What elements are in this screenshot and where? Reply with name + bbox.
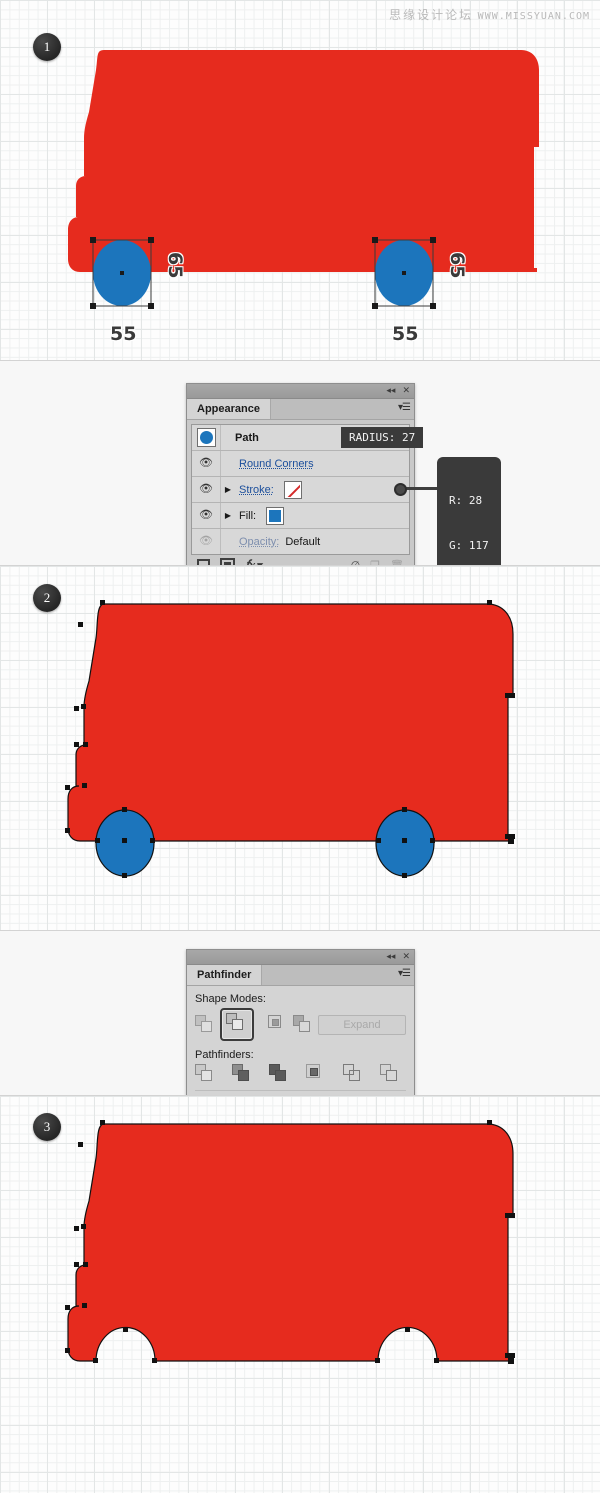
close-icon[interactable]: ✕ xyxy=(402,952,410,962)
appearance-row-fill[interactable]: 👁 ▶ Fill: xyxy=(192,503,409,529)
appearance-panel-footer: 𝑓x▾ ∅ ❐ 🗑 xyxy=(191,555,410,565)
pathfinder-panel-tabstrip[interactable]: Pathfinder ▾☰ xyxy=(187,965,414,986)
pathfinder-panel-titlebar[interactable]: ◂◂ ✕ xyxy=(187,950,414,965)
step-1-canvas: 1 55 65 55 65 xyxy=(0,0,600,360)
shape-mode-unite-icon[interactable] xyxy=(195,1014,212,1035)
tab-appearance[interactable]: Appearance xyxy=(187,399,271,419)
duplicate-selected-item-icon[interactable]: ❐ xyxy=(370,560,380,566)
pathfinder-panel-section: ◂◂ ✕ Pathfinder ▾☰ Shape Modes: Expand P… xyxy=(0,930,600,1095)
tabstrip-empty-area xyxy=(270,399,414,419)
appearance-row-fill-label[interactable]: Fill: xyxy=(239,510,256,522)
shape-modes-label: Shape Modes: xyxy=(195,993,266,1005)
expand-button-label: Expand xyxy=(343,1018,381,1031)
step-3-canvas: 3 xyxy=(0,1095,600,1493)
add-new-fill-icon[interactable] xyxy=(220,557,235,565)
pathfinders-label: Pathfinders: xyxy=(195,1049,254,1061)
resize-grip-icon[interactable] xyxy=(399,564,408,565)
step-badge-1: 1 xyxy=(33,33,61,61)
shape-mode-minus-front-icon[interactable] xyxy=(226,1013,248,1033)
pathfinder-divide-icon[interactable] xyxy=(195,1064,217,1084)
triangle-right-icon[interactable]: ▶ xyxy=(221,511,235,520)
pathfinder-merge-icon[interactable] xyxy=(269,1064,291,1084)
pathfinder-panel-body: Shape Modes: Expand Pathfinders: xyxy=(187,986,414,1095)
color-tooltip-anchor-knob xyxy=(394,483,407,496)
step-2-canvas: 2 xyxy=(0,565,600,930)
appearance-row-opacity-value: Default xyxy=(285,535,321,548)
shape-mode-minus-front-button[interactable] xyxy=(220,1008,254,1041)
appearance-row-stroke-label[interactable]: Stroke: xyxy=(239,484,274,496)
pathfinder-outline-icon[interactable] xyxy=(343,1064,365,1084)
watermark-url: WWW.MISSYUAN.COM xyxy=(477,11,590,22)
bus-body-shape xyxy=(67,603,514,842)
appearance-panel-section: ◂◂ ✕ Appearance ▾☰ Path 👁 Round Corners … xyxy=(0,360,600,565)
appearance-panel-titlebar[interactable]: ◂◂ ✕ xyxy=(187,384,414,399)
fill-swatch-color xyxy=(269,509,282,522)
radius-tooltip: RADIUS: 27 xyxy=(341,427,424,448)
collapse-to-icons-icon[interactable]: ◂◂ xyxy=(386,952,395,962)
shape-mode-intersect-icon[interactable] xyxy=(268,1014,281,1035)
pathfinder-panel[interactable]: ◂◂ ✕ Pathfinder ▾☰ Shape Modes: Expand P… xyxy=(186,949,415,1095)
collapse-to-icons-icon[interactable]: ◂◂ xyxy=(386,386,395,396)
clear-appearance-icon[interactable]: ∅ xyxy=(351,560,361,566)
appearance-row-opacity-label[interactable]: Opacity: xyxy=(239,536,279,548)
eye-dimmed-icon[interactable]: 👁 xyxy=(192,529,221,554)
appearance-row-stroke[interactable]: 👁 ▶ Stroke: xyxy=(192,477,409,503)
tabstrip-empty-area xyxy=(262,965,414,985)
pathfinder-trim-icon[interactable] xyxy=(232,1064,254,1084)
appearance-row-path-label: Path xyxy=(235,431,259,444)
pathfinder-minus-back-icon[interactable] xyxy=(380,1064,402,1084)
triangle-right-icon[interactable]: ▶ xyxy=(221,485,235,494)
eye-icon[interactable]: 👁 xyxy=(192,503,221,528)
close-icon[interactable]: ✕ xyxy=(402,386,410,396)
step-1-bus-illustration xyxy=(68,50,539,309)
bus-body-shape xyxy=(68,50,539,272)
wheel-left-width-label: 55 xyxy=(110,323,137,345)
pathfinder-crop-icon[interactable] xyxy=(306,1064,328,1084)
pathfinders-row xyxy=(195,1064,406,1084)
panel-menu-icon[interactable]: ▾☰ xyxy=(398,402,411,413)
watermark-site-name: 思缘设计论坛 xyxy=(389,8,474,22)
step-badge-3: 3 xyxy=(33,1113,61,1141)
shape-modes-row: Expand xyxy=(195,1008,406,1041)
wheel-left-height-label: 65 xyxy=(164,252,186,279)
appearance-row-round-corners[interactable]: 👁 Round Corners xyxy=(192,451,409,477)
stroke-swatch[interactable] xyxy=(283,480,302,499)
watermark: 思缘设计论坛 WWW.MISSYUAN.COM xyxy=(389,6,590,23)
object-thumbnail xyxy=(192,425,221,450)
panel-menu-icon[interactable]: ▾☰ xyxy=(398,968,411,979)
color-tooltip-r: R: 28 xyxy=(449,494,483,507)
wheel-right-height-label: 65 xyxy=(446,252,468,279)
color-tooltip-g: G: 117 xyxy=(449,539,489,552)
shape-mode-exclude-overlap-icon[interactable] xyxy=(293,1014,310,1035)
fill-swatch[interactable] xyxy=(266,506,285,525)
none-swatch-icon xyxy=(285,482,300,497)
add-new-effect-fx-icon[interactable]: 𝑓x▾ xyxy=(245,557,262,565)
eye-icon[interactable]: 👁 xyxy=(192,477,221,502)
step-2-bus-illustration xyxy=(65,600,515,878)
panel-divider xyxy=(195,1090,406,1091)
step-3-bus-illustration xyxy=(65,1120,515,1364)
expand-button[interactable]: Expand xyxy=(318,1014,406,1035)
step-badge-2: 2 xyxy=(33,584,61,612)
add-new-stroke-icon[interactable] xyxy=(197,558,210,565)
eye-icon[interactable]: 👁 xyxy=(192,451,221,476)
appearance-row-round-corners-label[interactable]: Round Corners xyxy=(239,458,314,470)
appearance-panel-tabstrip[interactable]: Appearance ▾☰ xyxy=(187,399,414,420)
bus-body-with-wheel-arches xyxy=(67,1123,514,1362)
tab-pathfinder-label: Pathfinder xyxy=(197,969,252,981)
blue-circle-thumbnail-icon xyxy=(196,428,216,447)
wheel-right-width-label: 55 xyxy=(392,323,419,345)
appearance-panel[interactable]: ◂◂ ✕ Appearance ▾☰ Path 👁 Round Corners … xyxy=(186,383,415,565)
tab-appearance-label: Appearance xyxy=(197,403,260,415)
tab-pathfinder[interactable]: Pathfinder xyxy=(187,965,263,985)
appearance-row-opacity[interactable]: 👁 Opacity: Default xyxy=(192,529,409,554)
color-tooltip: R: 28 G: 117 B: 188 xyxy=(437,457,501,565)
